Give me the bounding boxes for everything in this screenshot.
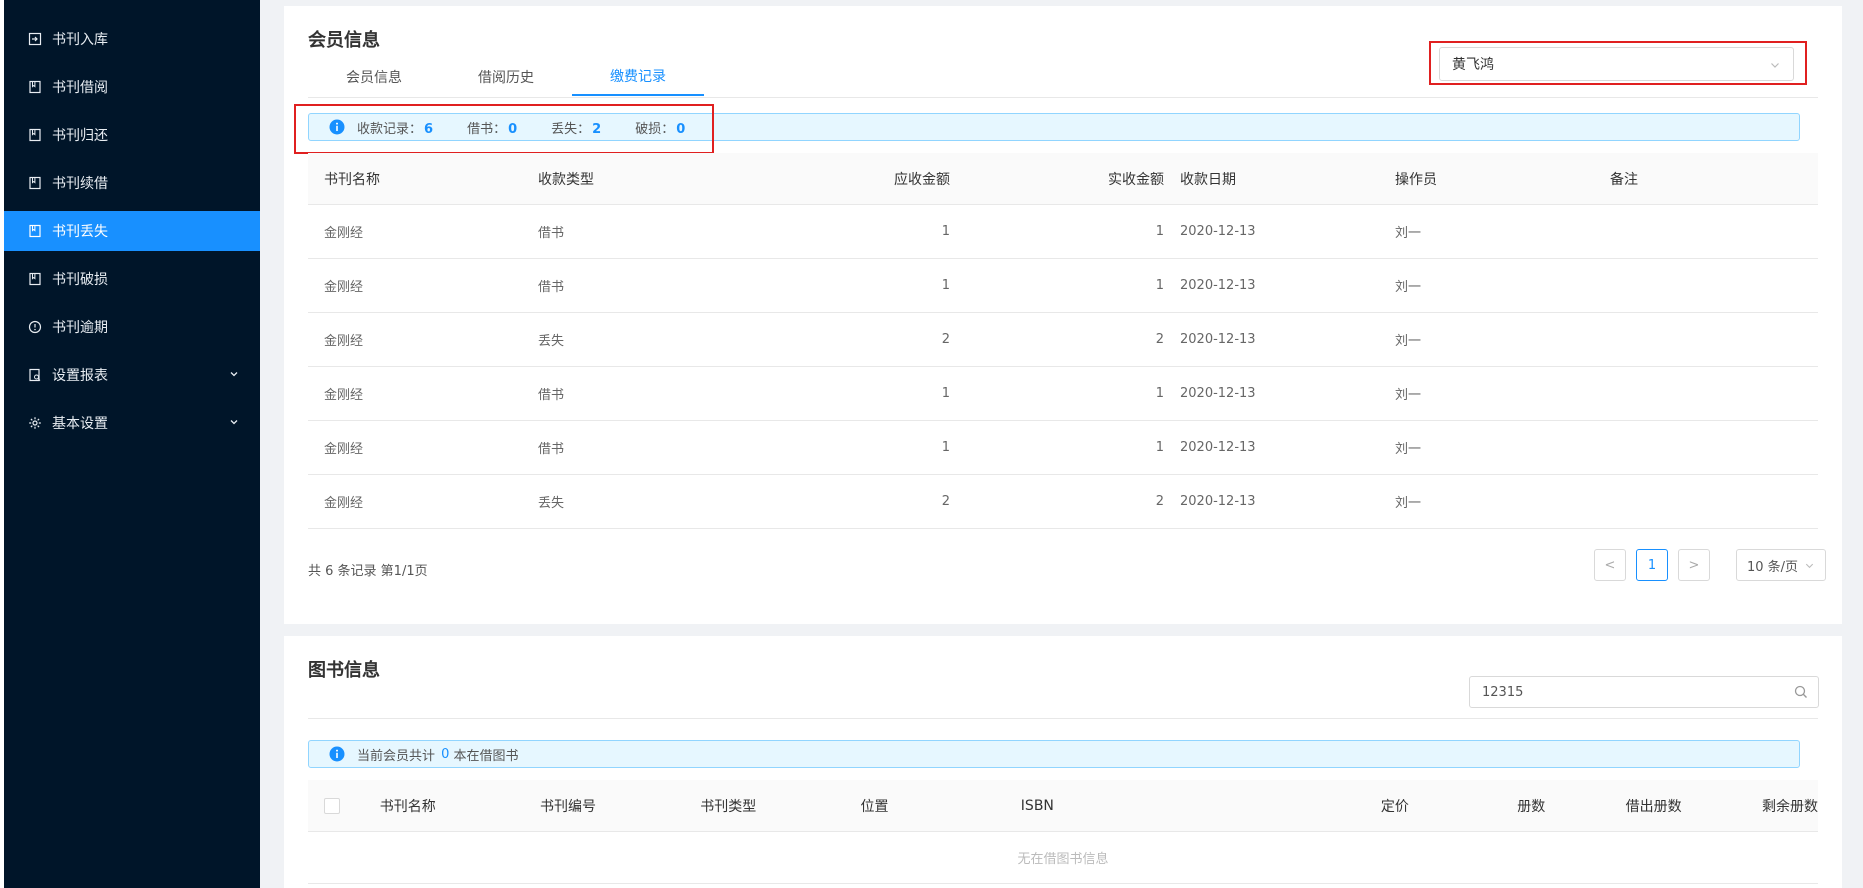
- sidebar-item-label: 书刊入库: [52, 32, 108, 48]
- sidebar-item-report-settings[interactable]: 设置报表: [4, 355, 260, 395]
- book-search-input[interactable]: [1482, 684, 1782, 700]
- member-select[interactable]: 黄飞鸿: [1439, 47, 1794, 81]
- book-icon: [28, 224, 42, 238]
- column-header[interactable]: 操作员: [1379, 169, 1594, 189]
- prev-page-button[interactable]: <: [1594, 549, 1626, 581]
- tab-payment-records[interactable]: 缴费记录: [572, 58, 704, 96]
- sidebar-item-label: 书刊破损: [52, 272, 108, 288]
- highlight-box: [294, 104, 714, 154]
- card-title: 会员信息: [308, 30, 380, 51]
- column-header[interactable]: 书刊类型: [684, 796, 844, 816]
- select-all-cell: [308, 797, 364, 814]
- sidebar-item-book-lost[interactable]: 书刊丢失: [4, 211, 260, 251]
- borrowed-books-table: 书刊名称 书刊编号 书刊类型 位置 ISBN 定价 册数 借出册数 剩余册数 无…: [308, 780, 1818, 884]
- sidebar-item-label: 书刊续借: [52, 176, 108, 192]
- sidebar-item-book-overdue[interactable]: 书刊逾期: [4, 307, 260, 347]
- book-icon: [28, 128, 42, 142]
- page-button[interactable]: 1: [1636, 549, 1668, 581]
- sidebar-item-label: 书刊借阅: [52, 80, 108, 96]
- column-header[interactable]: 册数: [1409, 796, 1545, 816]
- clock-icon: [28, 320, 42, 334]
- page-size-select[interactable]: 10 条/页: [1736, 549, 1826, 581]
- sidebar-item-book-return[interactable]: 书刊归还: [4, 115, 260, 155]
- column-header[interactable]: 剩余册数: [1682, 796, 1818, 816]
- chevron-down-icon: [1804, 560, 1815, 571]
- column-header[interactable]: 收款日期: [1164, 169, 1379, 189]
- borrowed-count-alert: 当前会员共计 0 本在借图书: [308, 740, 1800, 768]
- sidebar-item-label: 书刊逾期: [52, 320, 108, 336]
- chevron-down-icon: [1769, 59, 1781, 71]
- column-header[interactable]: 备注: [1594, 169, 1818, 189]
- empty-state: 无在借图书信息: [308, 832, 1818, 884]
- column-header[interactable]: 书刊名称: [364, 796, 524, 816]
- chevron-down-icon: [228, 368, 240, 380]
- divider: [308, 718, 1818, 719]
- tabs-divider: [308, 97, 1818, 98]
- gear-icon: [28, 416, 42, 430]
- table-row[interactable]: 金刚经 丢失 2 2 2020-12-13 刘一: [308, 475, 1818, 529]
- payment-table: 书刊名称 收款类型 应收金额 实收金额 收款日期 操作员 备注 金刚经 借书 1…: [308, 153, 1818, 529]
- table-header: 书刊名称 收款类型 应收金额 实收金额 收款日期 操作员 备注: [308, 153, 1818, 205]
- member-tabs: 会员信息 借阅历史 缴费记录: [308, 58, 704, 98]
- column-header[interactable]: 书刊编号: [524, 796, 684, 816]
- column-header[interactable]: 应收金额: [736, 169, 950, 189]
- select-all-checkbox[interactable]: [324, 797, 340, 814]
- book-in-icon: [28, 32, 42, 46]
- book-info-card: 图书信息 当前会员共计 0 本在借图书 书刊名称 书刊编号 书刊类型 位置 IS…: [284, 636, 1842, 888]
- sidebar: 书刊入库 书刊借阅 书刊归还 书刊续借 书刊丢失 书刊破损 书刊逾期 设置报表 …: [0, 0, 260, 888]
- record-summary: 共 6 条记录 第1/1页: [308, 564, 428, 579]
- sidebar-item-basic-settings[interactable]: 基本设置: [4, 403, 260, 443]
- book-icon: [28, 272, 42, 286]
- sidebar-item-book-borrow[interactable]: 书刊借阅: [4, 67, 260, 107]
- column-header[interactable]: 收款类型: [522, 169, 736, 189]
- report-icon: [28, 368, 42, 382]
- next-page-button[interactable]: >: [1678, 549, 1710, 581]
- sidebar-item-book-renew[interactable]: 书刊续借: [4, 163, 260, 203]
- member-select-value: 黄飞鸿: [1452, 57, 1494, 73]
- book-icon: [28, 176, 42, 190]
- column-header[interactable]: 定价: [1272, 796, 1409, 816]
- member-info-card: 会员信息 会员信息 借阅历史 缴费记录 黄飞鸿 收款记录： 6 借书： 0 丢失： 2…: [284, 6, 1842, 624]
- book-search[interactable]: [1469, 676, 1819, 708]
- column-header[interactable]: 实收金额: [950, 169, 1164, 189]
- table-row[interactable]: 金刚经 借书 1 1 2020-12-13 刘一: [308, 259, 1818, 313]
- info-icon: [329, 746, 345, 762]
- table-row[interactable]: 金刚经 丢失 2 2 2020-12-13 刘一: [308, 313, 1818, 367]
- sidebar-item-label: 书刊丢失: [52, 224, 108, 240]
- table-row[interactable]: 金刚经 借书 1 1 2020-12-13 刘一: [308, 205, 1818, 259]
- tab-member-info[interactable]: 会员信息: [308, 58, 440, 96]
- sidebar-item-book-damage[interactable]: 书刊破损: [4, 259, 260, 299]
- column-header[interactable]: 位置: [845, 796, 1005, 816]
- table-row[interactable]: 金刚经 借书 1 1 2020-12-13 刘一: [308, 421, 1818, 475]
- table-header: 书刊名称 书刊编号 书刊类型 位置 ISBN 定价 册数 借出册数 剩余册数: [308, 780, 1818, 832]
- borrowed-count: 0: [441, 746, 450, 762]
- chevron-down-icon: [228, 416, 240, 428]
- book-icon: [28, 80, 42, 94]
- sidebar-item-label: 书刊归还: [52, 128, 108, 144]
- pagination: < 1 > 10 条/页: [1594, 549, 1826, 581]
- tab-borrow-history[interactable]: 借阅历史: [440, 58, 572, 96]
- table-row[interactable]: 金刚经 借书 1 1 2020-12-13 刘一: [308, 367, 1818, 421]
- column-header[interactable]: ISBN: [1005, 798, 1273, 814]
- card-title: 图书信息: [308, 660, 380, 681]
- search-icon[interactable]: [1794, 685, 1808, 699]
- column-header[interactable]: 借出册数: [1545, 796, 1682, 816]
- sidebar-item-label: 设置报表: [52, 368, 108, 384]
- sidebar-item-label: 基本设置: [52, 416, 108, 432]
- column-header[interactable]: 书刊名称: [308, 169, 522, 189]
- sidebar-item-book-in[interactable]: 书刊入库: [4, 19, 260, 59]
